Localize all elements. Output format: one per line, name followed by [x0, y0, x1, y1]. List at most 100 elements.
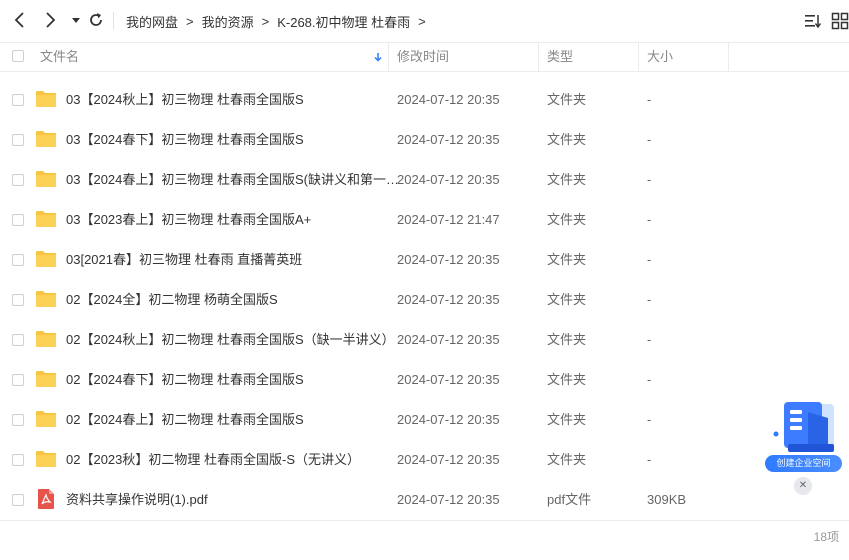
column-header-name[interactable]: 文件名	[40, 43, 79, 71]
row-checkbox[interactable]	[12, 374, 24, 386]
breadcrumb-item[interactable]: K-268.初中物理 杜春雨	[277, 12, 410, 31]
folder-icon	[36, 91, 56, 107]
file-modified: 2024-07-12 20:35	[397, 132, 500, 147]
file-size: -	[647, 172, 652, 187]
column-divider[interactable]	[638, 43, 639, 71]
file-modified: 2024-07-12 20:35	[397, 172, 500, 187]
back-button[interactable]	[10, 10, 30, 30]
file-size: -	[647, 412, 652, 427]
enterprise-building-icon	[773, 402, 834, 452]
toolbar-divider	[113, 12, 114, 30]
forward-button[interactable]	[40, 10, 60, 30]
row-checkbox[interactable]	[12, 134, 24, 146]
table-row[interactable]: 03【2024春下】初三物理 杜春雨全国版S 2024-07-12 20:35 …	[0, 120, 849, 160]
sort-button[interactable]	[804, 12, 822, 30]
table-row[interactable]: 03[2021春】初三物理 杜春雨 直播菁英班 2024-07-12 20:35…	[0, 240, 849, 280]
history-dropdown-button[interactable]	[66, 10, 80, 30]
table-row[interactable]: 02【2024全】初二物理 杨萌全国版S 2024-07-12 20:35 文件…	[0, 280, 849, 320]
column-header-size[interactable]: 大小	[647, 43, 673, 71]
breadcrumb-item[interactable]: 我的资源	[202, 12, 254, 31]
breadcrumb-arrow: >	[261, 13, 270, 29]
table-row[interactable]: 03【2023春上】初三物理 杜春雨全国版A+ 2024-07-12 21:47…	[0, 200, 849, 240]
column-divider[interactable]	[538, 43, 539, 71]
grid-view-button[interactable]	[831, 12, 849, 30]
file-name[interactable]: 02【2024秋上】初二物理 杜春雨全国版S（缺一半讲义）	[66, 320, 395, 360]
file-type: 文件夹	[547, 332, 587, 347]
file-name[interactable]: 03【2024春下】初三物理 杜春雨全国版S	[66, 120, 304, 160]
row-checkbox[interactable]	[12, 214, 24, 226]
breadcrumb-arrow: >	[418, 13, 426, 29]
table-row[interactable]: 02【2024春下】初二物理 杜春雨全国版S 2024-07-12 20:35 …	[0, 360, 849, 400]
file-type: 文件夹	[547, 372, 587, 387]
file-type: 文件夹	[547, 292, 587, 307]
file-type: 文件夹	[547, 252, 587, 267]
create-enterprise-space-button[interactable]: 创建企业空间	[765, 455, 842, 472]
column-divider[interactable]	[728, 43, 729, 71]
table-row[interactable]: 02【2024秋上】初二物理 杜春雨全国版S（缺一半讲义） 2024-07-12…	[0, 320, 849, 360]
file-name[interactable]: 02【2023秋】初二物理 杜春雨全国版-S（无讲义）	[66, 440, 360, 480]
refresh-button[interactable]	[86, 10, 106, 30]
table-row[interactable]: 03【2024秋上】初三物理 杜春雨全国版S 2024-07-12 20:35 …	[0, 80, 849, 120]
file-name[interactable]: 03[2021春】初三物理 杜春雨 直播菁英班	[66, 240, 302, 280]
column-divider[interactable]	[388, 43, 389, 71]
file-modified: 2024-07-12 20:35	[397, 332, 500, 347]
file-size: -	[647, 92, 652, 107]
folder-icon	[36, 371, 56, 387]
file-modified: 2024-07-12 20:35	[397, 492, 500, 507]
folder-icon	[36, 291, 56, 307]
table-row[interactable]: 资料共享操作说明(1).pdf 2024-07-12 20:35 pdf文件 3…	[0, 480, 849, 520]
file-size: 309KB	[647, 492, 687, 507]
folder-icon	[36, 131, 56, 147]
file-name[interactable]: 03【2024春上】初三物理 杜春雨全国版S(缺讲义和第一…	[66, 160, 399, 200]
file-type: 文件夹	[547, 172, 587, 187]
file-modified: 2024-07-12 20:35	[397, 252, 500, 267]
table-row[interactable]: 03【2024春上】初三物理 杜春雨全国版S(缺讲义和第一… 2024-07-1…	[0, 160, 849, 200]
file-modified: 2024-07-12 20:35	[397, 92, 500, 107]
file-type: 文件夹	[547, 92, 587, 107]
row-checkbox[interactable]	[12, 254, 24, 266]
row-checkbox[interactable]	[12, 334, 24, 346]
file-name[interactable]: 02【2024全】初二物理 杨萌全国版S	[66, 280, 278, 320]
folder-icon	[36, 251, 56, 267]
caret-down-icon	[72, 18, 80, 23]
sort-arrow-down-icon[interactable]	[373, 52, 383, 62]
file-name[interactable]: 03【2024秋上】初三物理 杜春雨全国版S	[66, 80, 304, 120]
file-name[interactable]: 03【2023春上】初三物理 杜春雨全国版A+	[66, 200, 311, 240]
chevron-left-icon	[14, 12, 24, 28]
folder-icon	[36, 171, 56, 187]
file-size: -	[647, 212, 652, 227]
file-type: 文件夹	[547, 212, 587, 227]
table-row[interactable]: 02【2023秋】初二物理 杜春雨全国版-S（无讲义） 2024-07-12 2…	[0, 440, 849, 480]
footer-divider	[0, 520, 849, 521]
file-name[interactable]: 资料共享操作说明(1).pdf	[66, 480, 208, 520]
breadcrumb: 我的网盘 > 我的资源 > K-268.初中物理 杜春雨 >	[126, 0, 434, 42]
row-checkbox[interactable]	[12, 94, 24, 106]
item-count: 18项	[813, 530, 839, 544]
column-header-type[interactable]: 类型	[547, 43, 573, 71]
row-checkbox[interactable]	[12, 454, 24, 466]
folder-icon	[36, 211, 56, 227]
file-size: -	[647, 452, 652, 467]
folder-icon	[36, 411, 56, 427]
file-modified: 2024-07-12 20:35	[397, 292, 500, 307]
breadcrumb-arrow: >	[186, 13, 194, 29]
file-type: 文件夹	[547, 132, 587, 147]
file-name[interactable]: 02【2024春上】初二物理 杜春雨全国版S	[66, 400, 304, 440]
row-checkbox[interactable]	[12, 174, 24, 186]
chevron-right-icon	[46, 12, 56, 28]
grid-icon	[831, 12, 849, 30]
file-type: pdf文件	[547, 492, 592, 507]
pdf-file-icon	[38, 489, 54, 509]
breadcrumb-item[interactable]: 我的网盘	[126, 12, 178, 31]
file-name[interactable]: 02【2024春下】初二物理 杜春雨全国版S	[66, 360, 304, 400]
row-checkbox[interactable]	[12, 414, 24, 426]
row-checkbox[interactable]	[12, 294, 24, 306]
close-promo-button[interactable]: ✕	[794, 477, 812, 495]
file-size: -	[647, 292, 652, 307]
table-row[interactable]: 02【2024春上】初二物理 杜春雨全国版S 2024-07-12 20:35 …	[0, 400, 849, 440]
file-modified: 2024-07-12 20:35	[397, 412, 500, 427]
file-size: -	[647, 372, 652, 387]
column-header-modified[interactable]: 修改时间	[397, 43, 449, 71]
row-checkbox[interactable]	[12, 494, 24, 506]
select-all-checkbox[interactable]	[12, 50, 24, 62]
